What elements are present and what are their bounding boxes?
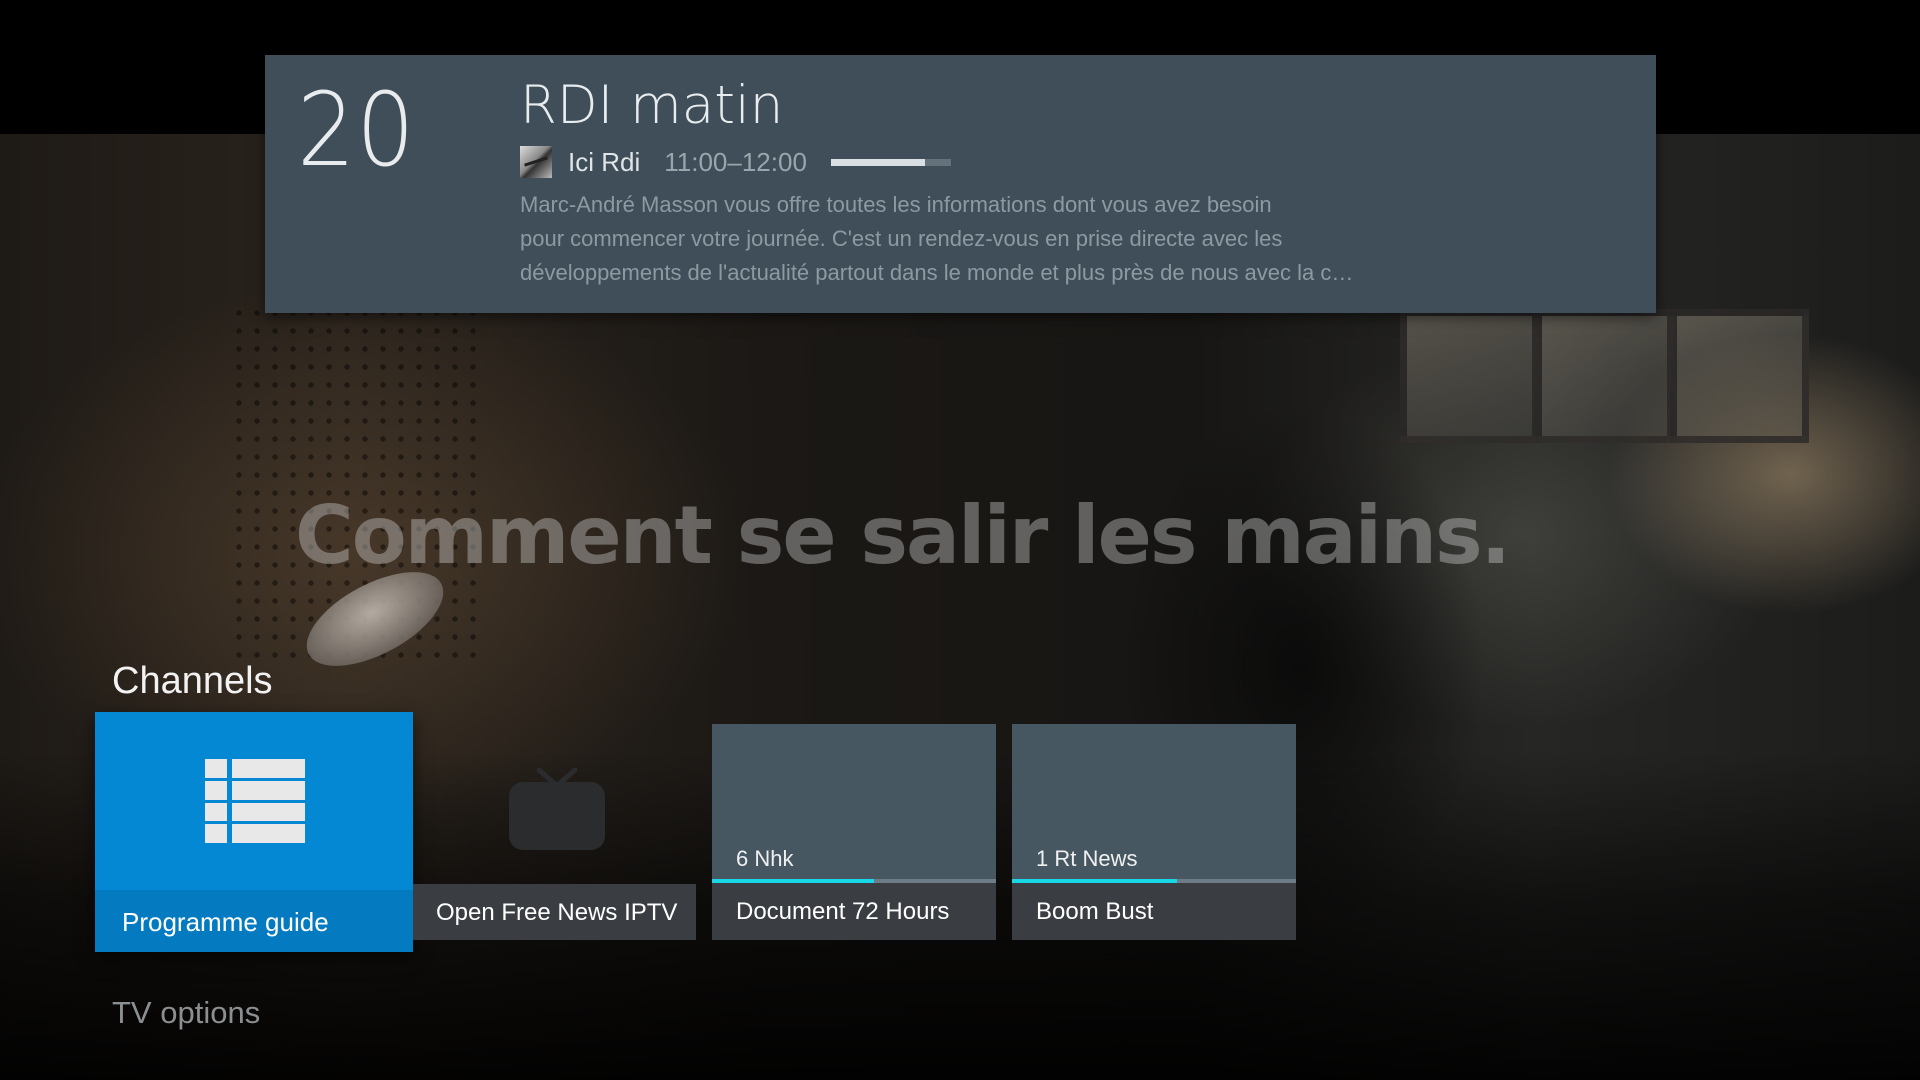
tile-label: Open Free News IPTV [436, 899, 678, 926]
program-description: Marc-André Masson vous offre toutes les … [520, 188, 1420, 290]
channel-name: Ici Rdi [568, 146, 641, 177]
program-time-range: 11:00–12:00 [664, 146, 807, 177]
channel-logo-icon [520, 146, 552, 178]
description-line: pour commencer votre journée. C'est un r… [520, 226, 1283, 251]
program-title: RDI matin [520, 75, 784, 136]
channel-tile-rt-news[interactable]: 1 Rt News Boom Bust [1012, 724, 1296, 940]
tile-label: Programme guide [122, 907, 329, 937]
program-info-card: 20 RDI matin Ici Rdi 11:00–12:00 Marc-An… [265, 55, 1656, 313]
tile-label: Document 72 Hours [736, 898, 950, 925]
tv-icon [509, 767, 605, 850]
tile-label: Boom Bust [1036, 898, 1154, 925]
channel-number: 20 [297, 71, 416, 190]
open-free-news-iptv-tile[interactable]: Open Free News IPTV [413, 724, 696, 940]
description-line: développements de l'actualité partout da… [520, 260, 1354, 285]
channel-tile-nhk[interactable]: 6 Nhk Document 72 Hours [712, 724, 996, 940]
programme-guide-tile[interactable]: Programme guide [95, 712, 413, 952]
window-pane [1670, 309, 1809, 443]
description-line: Marc-André Masson vous offre toutes les … [520, 192, 1272, 217]
program-progress-fill [830, 158, 925, 166]
tile-channel-name: 6 Nhk [736, 846, 794, 871]
channels-heading: Channels [112, 660, 273, 702]
program-meta: Ici Rdi 11:00–12:00 [520, 145, 951, 179]
video-watermark-text: Comment se salir les mains. [295, 489, 1511, 582]
tile-channel-name: 1 Rt News [1036, 846, 1138, 871]
tv-options-heading[interactable]: TV options [112, 995, 260, 1031]
program-progress-bar [830, 158, 951, 166]
list-icon [205, 759, 305, 843]
